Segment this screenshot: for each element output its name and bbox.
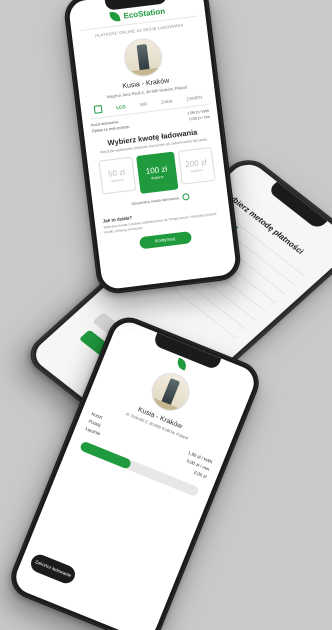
tab-zamen[interactable]: ZAMEN (186, 94, 202, 101)
station-photo (121, 36, 164, 79)
tab-zakat[interactable]: Zakat (161, 98, 173, 104)
row-value: 2,00 zł (193, 469, 208, 480)
radio-icon[interactable] (181, 193, 190, 201)
amount-sub: Wybierz (150, 174, 164, 181)
station-photo (145, 367, 196, 417)
leaf-icon (108, 11, 121, 23)
phone-screen: EcoStation PŁATNOŚĆ ONLINE ZA SESJĘ ŁADO… (67, 0, 238, 291)
option-label: Opcjonalny kwota ładowania (131, 195, 180, 206)
amount-sub: Wybierz (110, 177, 124, 184)
tab-wr[interactable]: WR (139, 101, 147, 107)
row-value: 0,00 zł / min (189, 114, 211, 122)
phone-notch (267, 181, 328, 231)
charger-shape (136, 44, 150, 72)
plug-icon (93, 104, 103, 114)
help-section: Jak to działa? Wybrana kwota zostanie za… (102, 204, 222, 235)
amount-option-200[interactable]: 200 zł Wybierz (177, 146, 216, 185)
ground-shape (126, 67, 163, 78)
amount-option-100[interactable]: 100 zł Wybierz (135, 151, 178, 194)
amount-value: 100 zł (145, 164, 168, 177)
tab-lcg[interactable]: LCG (116, 104, 126, 110)
phone-amount-selection: EcoStation PŁATNOŚĆ ONLINE ZA SESJĘ ŁADO… (62, 0, 243, 296)
brand-name: EcoStation (122, 6, 166, 21)
leaf-icon (175, 357, 189, 371)
amount-sub: Wybierz (190, 168, 204, 174)
amount-option-50[interactable]: 50 zł Wybierz (97, 156, 136, 195)
continue-button[interactable]: Kontynuuj (138, 231, 192, 250)
scene: Wybierz metodę płatności Dalej Kusia - K (0, 0, 332, 630)
amount-value: 200 zł (184, 157, 208, 170)
row-label: Koszt (90, 411, 104, 421)
